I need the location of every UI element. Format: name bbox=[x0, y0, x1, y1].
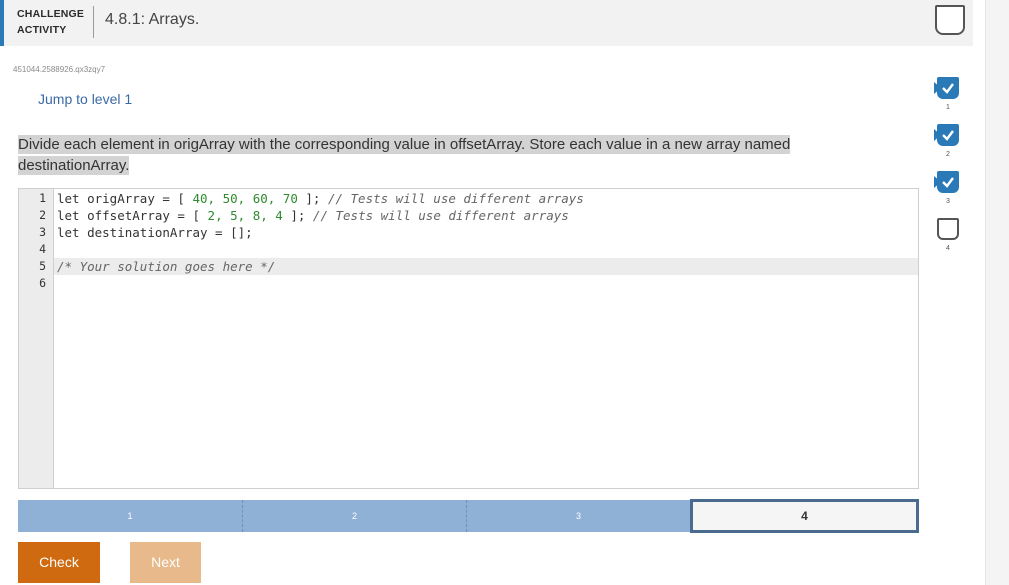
empty-box-icon bbox=[937, 218, 959, 240]
line-number-gutter: 1 2 3 4 5 6 bbox=[19, 189, 54, 488]
jump-to-level-link[interactable]: Jump to level 1 bbox=[38, 91, 132, 107]
completion-badge-icon bbox=[935, 5, 965, 35]
challenge-prompt: Divide each element in origArray with th… bbox=[18, 134, 826, 176]
level-progress-bar: 1 2 3 4 bbox=[18, 499, 919, 533]
progress-segment-1[interactable]: 1 bbox=[18, 500, 243, 532]
code-line[interactable] bbox=[54, 241, 918, 258]
activity-header: CHALLENGE ACTIVITY 4.8.1: Arrays. bbox=[0, 0, 973, 46]
activity-code: 451044.2588926.qx3zqy7 bbox=[13, 65, 106, 74]
code-operator: = []; bbox=[207, 225, 253, 240]
code-operator: = [ bbox=[169, 208, 208, 223]
line-number: 1 bbox=[39, 191, 46, 205]
activity-kind: CHALLENGE ACTIVITY bbox=[17, 6, 84, 38]
code-line[interactable]: let origArray = [ 40, 50, 60, 70 ]; // T… bbox=[54, 190, 918, 207]
level-item-4[interactable]: 4 bbox=[937, 218, 963, 265]
level-number: 2 bbox=[946, 151, 950, 158]
right-scroll-rail[interactable] bbox=[985, 0, 1009, 585]
checkmark-icon bbox=[937, 171, 959, 193]
activity-kind-line2: ACTIVITY bbox=[17, 24, 67, 36]
code-keyword: let bbox=[57, 208, 88, 223]
line-number: 5 bbox=[39, 259, 46, 273]
level-item-3[interactable]: 3 bbox=[934, 171, 963, 218]
progress-segment-3[interactable]: 3 bbox=[467, 500, 690, 532]
code-keyword: let bbox=[57, 191, 88, 206]
code-punctuation: ]; bbox=[282, 208, 313, 223]
code-numbers: 2, 5, 8, 4 bbox=[207, 208, 283, 223]
code-comment: // Tests will use different arrays bbox=[327, 191, 584, 206]
line-number: 3 bbox=[39, 225, 46, 239]
progress-segment-current[interactable]: 4 bbox=[690, 499, 919, 533]
next-button[interactable]: Next bbox=[130, 542, 201, 583]
line-number: 2 bbox=[39, 208, 46, 222]
level-number: 4 bbox=[946, 245, 950, 252]
line-number: 6 bbox=[39, 276, 46, 290]
code-comment: /* Your solution goes here */ bbox=[57, 259, 276, 274]
code-keyword: let bbox=[57, 225, 88, 240]
code-operator: = [ bbox=[154, 191, 193, 206]
code-lines[interactable]: let origArray = [ 40, 50, 60, 70 ]; // T… bbox=[54, 190, 918, 292]
code-punctuation: ]; bbox=[297, 191, 328, 206]
code-line-active[interactable]: /* Your solution goes here */ bbox=[54, 258, 918, 275]
line-number: 4 bbox=[39, 242, 46, 256]
code-numbers: 40, 50, 60, 70 bbox=[192, 191, 298, 206]
code-identifier: offsetArray bbox=[87, 208, 170, 223]
code-line[interactable]: let offsetArray = [ 2, 5, 8, 4 ]; // Tes… bbox=[54, 207, 918, 224]
checkmark-icon bbox=[937, 124, 959, 146]
prompt-text: Divide each element in origArray with th… bbox=[18, 135, 791, 175]
code-line[interactable] bbox=[54, 275, 918, 292]
progress-segment-2[interactable]: 2 bbox=[243, 500, 467, 532]
checkmark-icon bbox=[937, 77, 959, 99]
code-comment: // Tests will use different arrays bbox=[312, 208, 569, 223]
check-button[interactable]: Check bbox=[18, 542, 100, 583]
code-identifier: origArray bbox=[87, 191, 155, 206]
level-item-2[interactable]: 2 bbox=[934, 124, 963, 171]
level-item-1[interactable]: 1 bbox=[934, 77, 963, 124]
header-divider bbox=[93, 6, 94, 38]
code-editor[interactable]: 1 2 3 4 5 6 let origArray = [ 40, 50, 60… bbox=[18, 188, 919, 489]
code-identifier: destinationArray bbox=[87, 225, 208, 240]
code-line[interactable]: let destinationArray = []; bbox=[54, 224, 918, 241]
activity-title: 4.8.1: Arrays. bbox=[105, 11, 200, 28]
activity-kind-line1: CHALLENGE bbox=[17, 8, 85, 20]
level-number: 1 bbox=[946, 104, 950, 111]
level-number: 3 bbox=[946, 198, 950, 205]
level-checklist: 1 2 3 4 bbox=[934, 77, 963, 265]
challenge-page: CHALLENGE ACTIVITY 4.8.1: Arrays. 451044… bbox=[0, 0, 985, 585]
